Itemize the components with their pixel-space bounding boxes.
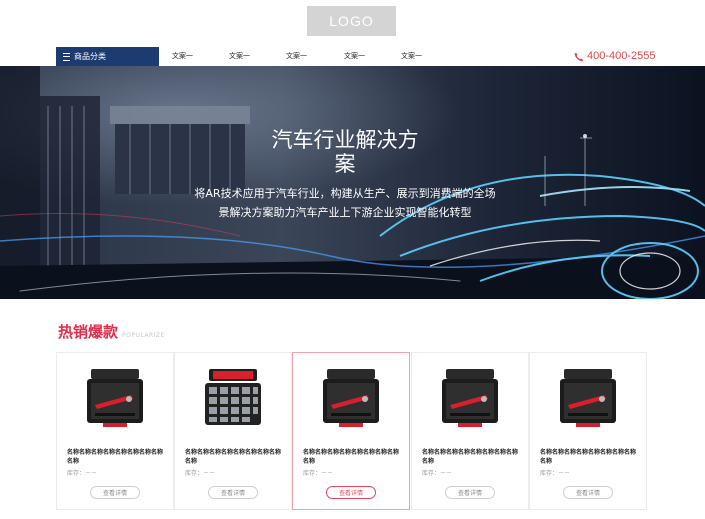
view-details-button[interactable]: 查看详情: [90, 486, 140, 499]
product-card-1[interactable]: 名称名称名称名称名称名称名称名称名称 库存：－－ 查看详情: [56, 352, 174, 510]
banner-subtitle-line2: 景解决方案助力汽车产业上下游企业实现智能化转型: [218, 206, 472, 219]
category-menu-label: 商品分类: [74, 52, 106, 61]
banner-subtitle-line1: 将AR技术应用于汽车行业，构建从生产、展示到消费端的全场: [194, 187, 496, 200]
banner-title-line1: 汽车行业解决方: [271, 128, 419, 152]
nav-link-2[interactable]: 文案一: [229, 47, 250, 66]
view-details-button[interactable]: 查看详情: [563, 486, 613, 499]
red-tool-case-icon: [323, 369, 379, 427]
product-name[interactable]: 名称名称名称名称名称名称名称名称名称: [67, 448, 167, 466]
product-grid: 名称名称名称名称名称名称名称名称名称 库存：－－ 查看详情 名称名称名称名称名称…: [56, 352, 648, 510]
top-nav: 商品分类 文案一 文案一 文案一 文案一 文案一 400-400-2555: [56, 47, 705, 66]
phone-contact[interactable]: 400-400-2555: [574, 47, 656, 66]
product-name[interactable]: 名称名称名称名称名称名称名称名称名称: [422, 448, 522, 466]
red-tool-case-icon: [442, 369, 498, 427]
red-tool-case-icon: [560, 369, 616, 427]
logo-text: LOGO: [329, 13, 374, 29]
phone-number: 400-400-2555: [587, 50, 656, 62]
logo[interactable]: LOGO: [307, 6, 396, 36]
nav-link-3[interactable]: 文案一: [286, 47, 307, 66]
view-details-button[interactable]: 查看详情: [208, 486, 258, 499]
view-details-button[interactable]: 查看详情: [445, 486, 495, 499]
product-card-4[interactable]: 名称名称名称名称名称名称名称名称名称 库存：－－ 查看详情: [411, 352, 529, 510]
car-background-illustration: [0, 66, 705, 299]
red-tool-case-icon: [87, 369, 143, 427]
product-card-2[interactable]: 名称名称名称名称名称名称名称名称名称 库存：－－ 查看详情: [174, 352, 292, 510]
product-stock: 库存：－－: [67, 470, 98, 477]
product-name[interactable]: 名称名称名称名称名称名称名称名称名称: [540, 448, 640, 466]
parts-kit-icon: [205, 369, 261, 425]
product-stock: 库存：－－: [185, 470, 216, 477]
banner-subtitle: 将AR技术应用于汽车行业，构建从生产、展示到消费端的全场 景解决方案助力汽车产业…: [170, 184, 520, 222]
nav-link-5[interactable]: 文案一: [401, 47, 422, 66]
section-subtitle: POPULARIZE: [122, 332, 165, 339]
product-name[interactable]: 名称名称名称名称名称名称名称名称名称: [303, 448, 403, 466]
banner-title-line2: 案: [334, 152, 356, 176]
product-stock: 库存：－－: [303, 470, 334, 477]
product-stock: 库存：－－: [540, 470, 571, 477]
product-stock: 库存：－－: [422, 470, 453, 477]
nav-link-4[interactable]: 文案一: [344, 47, 365, 66]
view-details-button[interactable]: 查看详情: [326, 486, 376, 499]
menu-icon: [63, 52, 70, 61]
category-menu-button[interactable]: 商品分类: [56, 47, 159, 66]
phone-icon: [574, 52, 584, 61]
product-card-3[interactable]: 名称名称名称名称名称名称名称名称名称 库存：－－ 查看详情: [292, 352, 410, 510]
product-name[interactable]: 名称名称名称名称名称名称名称名称名称: [185, 448, 285, 466]
hero-banner[interactable]: 汽车行业解决方 案 将AR技术应用于汽车行业，构建从生产、展示到消费端的全场 景…: [0, 66, 705, 299]
nav-link-1[interactable]: 文案一: [172, 47, 193, 66]
product-card-5[interactable]: 名称名称名称名称名称名称名称名称名称 库存：－－ 查看详情: [529, 352, 647, 510]
banner-title: 汽车行业解决方 案: [240, 128, 450, 176]
section-title: 热销爆款: [58, 323, 119, 341]
